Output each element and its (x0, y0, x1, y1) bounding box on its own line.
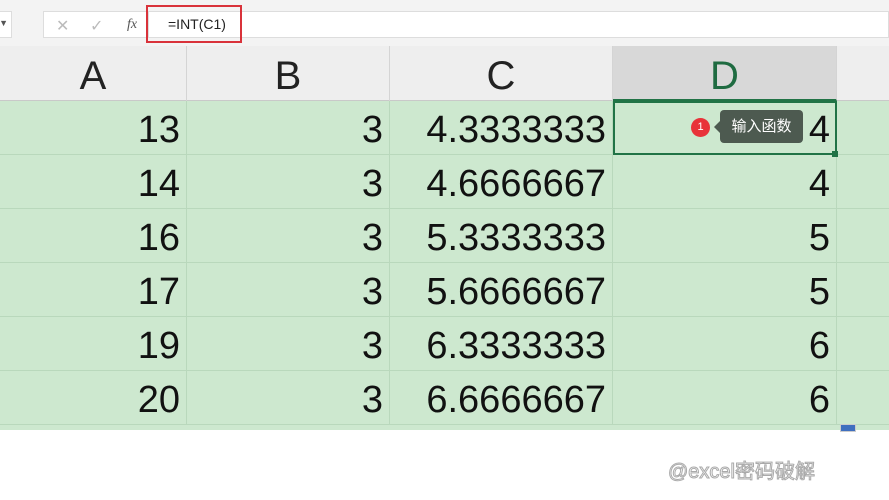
cell-c6[interactable]: 6.6666667 (390, 371, 613, 425)
cell-a3[interactable]: 16 (0, 209, 187, 263)
enter-icon[interactable]: ✓ (90, 16, 103, 36)
cell-b5[interactable]: 3 (187, 317, 390, 371)
cell-a4[interactable]: 17 (0, 263, 187, 317)
cell-b3[interactable]: 3 (187, 209, 390, 263)
cell-b1[interactable]: 3 (187, 101, 390, 155)
cell-c3[interactable]: 5.3333333 (390, 209, 613, 263)
table-row: 14 3 4.6666667 4 (0, 155, 889, 209)
cell-b4[interactable]: 3 (187, 263, 390, 317)
cell-d2[interactable]: 4 (613, 155, 837, 209)
cell-d3[interactable]: 5 (613, 209, 837, 263)
name-box[interactable]: ▼ (0, 11, 12, 38)
table-row: 20 3 6.6666667 6 (0, 371, 889, 425)
formula-highlight-box (146, 5, 242, 43)
formula-buttons: ✕ ✓ fx (43, 11, 148, 38)
step-badge: 1 (691, 118, 710, 137)
cancel-icon[interactable]: ✕ (56, 16, 69, 36)
chevron-down-icon: ▼ (0, 18, 8, 28)
column-header-d[interactable]: D (613, 46, 837, 101)
formula-input[interactable] (148, 11, 889, 38)
fx-icon[interactable]: fx (127, 17, 137, 33)
cell-b6[interactable]: 3 (187, 371, 390, 425)
cell-a6[interactable]: 20 (0, 371, 187, 425)
cell-a1[interactable]: 13 (0, 101, 187, 155)
column-headers: A B C D (0, 46, 889, 101)
cell-d5[interactable]: 6 (613, 317, 837, 371)
cell-c5[interactable]: 6.3333333 (390, 317, 613, 371)
cell-d4[interactable]: 5 (613, 263, 837, 317)
cell-a2[interactable]: 14 (0, 155, 187, 209)
cell-d6[interactable]: 6 (613, 371, 837, 425)
fill-handle[interactable] (832, 151, 838, 157)
cell-b2[interactable]: 3 (187, 155, 390, 209)
table-row: 16 3 5.3333333 5 (0, 209, 889, 263)
cell-c2[interactable]: 4.6666667 (390, 155, 613, 209)
column-header-b[interactable]: B (187, 46, 390, 101)
paste-options-icon[interactable] (840, 424, 856, 432)
formula-bar: ▼ ✕ ✓ fx =INT(C1) (0, 0, 889, 46)
cell-c4[interactable]: 5.6666667 (390, 263, 613, 317)
cell-c1[interactable]: 4.3333333 (390, 101, 613, 155)
column-header-a[interactable]: A (0, 46, 187, 101)
column-header-c[interactable]: C (390, 46, 613, 101)
table-row: 17 3 5.6666667 5 (0, 263, 889, 317)
instruction-tooltip: 输入函数 (714, 110, 803, 143)
cell-a5[interactable]: 19 (0, 317, 187, 371)
watermark: @excel密码破解 (668, 461, 816, 484)
table-row: 19 3 6.3333333 6 (0, 317, 889, 371)
